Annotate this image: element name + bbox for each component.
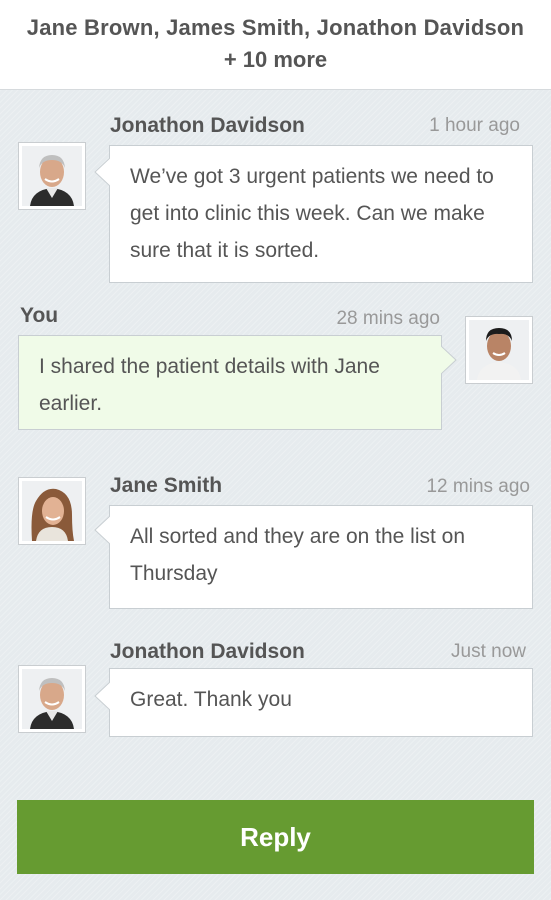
more-participants-link[interactable]: + 10 more	[0, 43, 551, 77]
message-timestamp: Just now	[451, 641, 526, 662]
older-man-avatar[interactable]	[18, 142, 86, 210]
message-text: All sorted and they are on the list on T…	[130, 525, 466, 585]
message-text: I shared the patient details with Jane e…	[39, 355, 380, 415]
young-man-avatar[interactable]	[465, 316, 533, 384]
message-bubble: We’ve got 3 urgent patients we need to g…	[109, 145, 533, 283]
woman-avatar[interactable]	[18, 477, 86, 545]
participants-list: Jane Brown, James Smith, Jonathon Davids…	[26, 15, 525, 40]
message-bubble: Great. Thank you	[109, 668, 533, 737]
message-bubble: I shared the patient details with Jane e…	[18, 335, 442, 430]
message-text: We’ve got 3 urgent patients we need to g…	[130, 165, 494, 262]
conversation-header: Jane Brown, James Smith, Jonathon Davids…	[0, 0, 551, 90]
sender-name: Jane Smith	[110, 474, 223, 497]
older-man-avatar[interactable]	[18, 665, 86, 733]
message-text: Great. Thank you	[130, 688, 292, 711]
reply-button[interactable]: Reply	[17, 800, 534, 874]
message-timestamp: 28 mins ago	[336, 308, 440, 329]
bubble-tail	[94, 682, 110, 710]
message-timestamp: 12 mins ago	[426, 476, 530, 497]
bubble-tail	[94, 516, 110, 544]
sender-name: Jonathon Davidson	[110, 114, 305, 137]
bubble-tail	[441, 346, 457, 374]
sender-name: Jonathon Davidson	[110, 640, 305, 663]
message-timestamp: 1 hour ago	[429, 115, 520, 136]
sender-name: You	[20, 304, 59, 327]
bubble-tail	[94, 158, 110, 186]
message-bubble: All sorted and they are on the list on T…	[109, 505, 533, 609]
